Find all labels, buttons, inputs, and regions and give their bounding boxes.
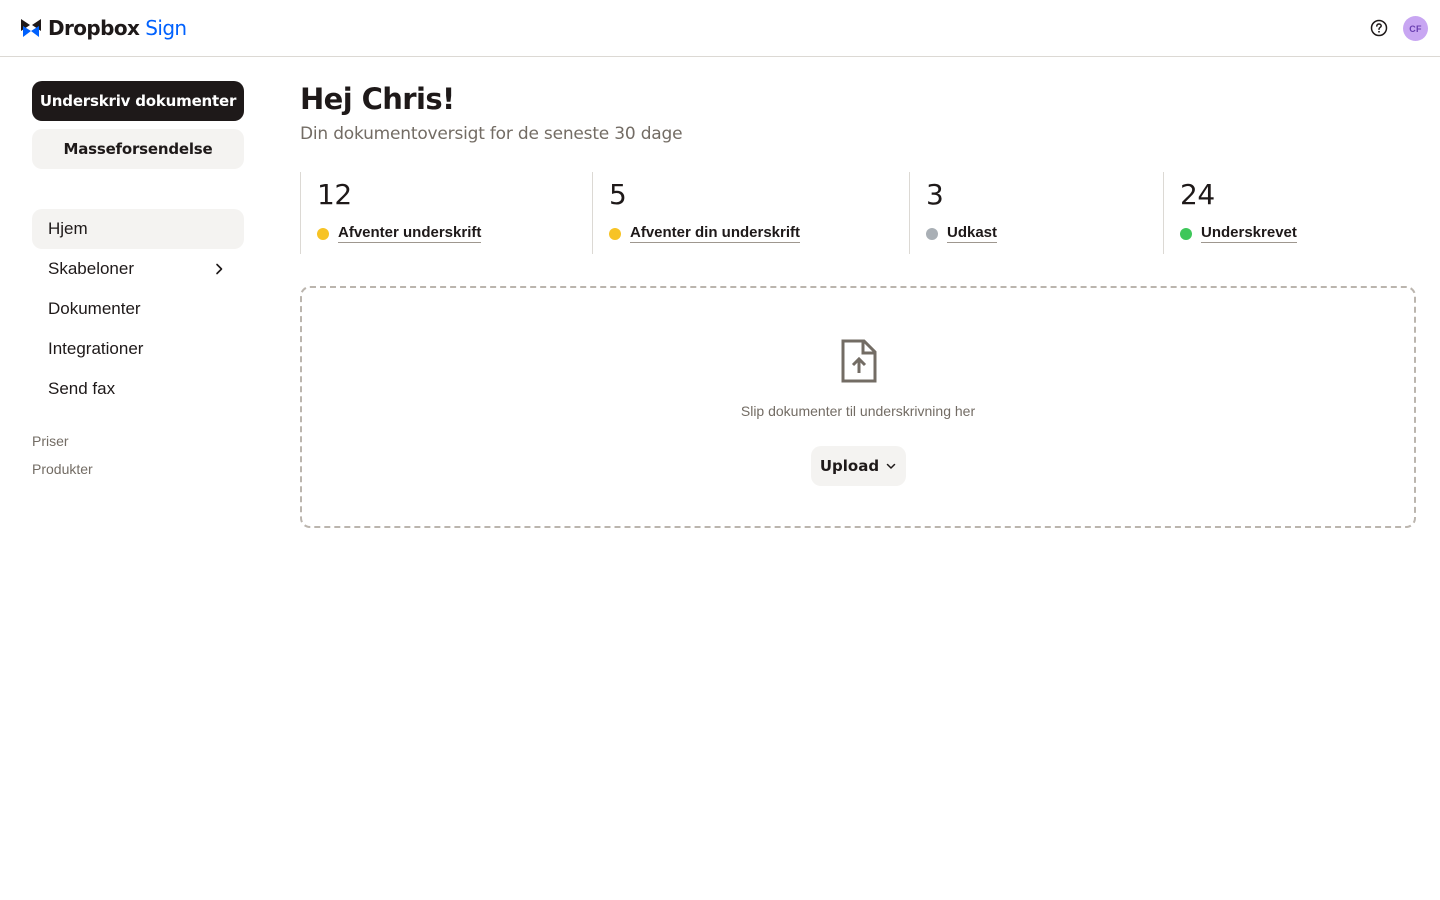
chevron-right-icon	[216, 263, 223, 275]
status-dot	[609, 227, 621, 240]
brand-product: Sign	[145, 16, 187, 40]
upload-button[interactable]: Upload	[811, 446, 906, 486]
file-upload-icon	[841, 339, 877, 383]
dropbox-logo-icon	[21, 19, 41, 37]
sidebar-item-label: Hjem	[48, 219, 88, 238]
sidebar-item-integrations[interactable]: Integrationer	[32, 329, 244, 369]
stat-link-signed[interactable]: Underskrevet	[1180, 224, 1297, 243]
sidebar-secondary-links: Priser Produkter	[32, 432, 93, 488]
sidebar-item-label: Integrationer	[48, 339, 144, 358]
sidebar-nav: Hjem Skabeloner Dokumenter Integrationer…	[32, 209, 244, 409]
status-dot	[1180, 227, 1192, 240]
stat-label: Udkast	[947, 224, 998, 243]
sidebar-item-send-fax[interactable]: Send fax	[32, 369, 244, 409]
page-title: Hej Chris!	[300, 82, 455, 116]
dropzone-text: Slip dokumenter til underskrivning her	[740, 403, 976, 419]
help-button[interactable]	[1368, 17, 1390, 39]
stat-count: 24	[1180, 178, 1215, 211]
sign-documents-button[interactable]: Underskriv dokumenter	[32, 81, 244, 121]
top-bar: Dropbox Sign CF	[0, 0, 1440, 57]
stat-awaiting-your-signature: 5 Afventer din underskrift	[592, 172, 909, 254]
stat-count: 3	[926, 178, 944, 211]
document-dropzone[interactable]: Slip dokumenter til underskrivning her U…	[300, 286, 1416, 528]
status-dot	[926, 227, 938, 240]
stat-label: Afventer underskrift	[338, 224, 482, 243]
bulk-send-button[interactable]: Masseforsendelse	[32, 129, 244, 169]
status-dot	[317, 227, 329, 240]
sidebar-item-documents[interactable]: Dokumenter	[32, 289, 244, 329]
brand-name: Dropbox	[48, 16, 140, 40]
sidebar-item-label: Send fax	[48, 379, 116, 398]
sidebar-item-templates[interactable]: Skabeloner	[32, 249, 244, 289]
stat-label: Afventer din underskrift	[630, 224, 801, 243]
stat-count: 12	[317, 178, 352, 211]
sidebar-item-label: Skabeloner	[48, 259, 135, 278]
stat-label: Underskrevet	[1201, 224, 1297, 243]
stat-link-drafts[interactable]: Udkast	[926, 224, 998, 243]
sidebar-item-home[interactable]: Hjem	[32, 209, 244, 249]
stat-link-awaiting-signature[interactable]: Afventer underskrift	[317, 224, 482, 243]
stat-awaiting-signature: 12 Afventer underskrift	[300, 172, 592, 254]
document-stats: 12 Afventer underskrift 5 Afventer din u…	[300, 172, 1416, 254]
page-subtitle: Din dokumentoversigt for de seneste 30 d…	[300, 124, 683, 144]
stat-count: 5	[609, 178, 627, 211]
pricing-link[interactable]: Priser	[32, 432, 93, 460]
help-circle-icon	[1370, 19, 1388, 37]
upload-label: Upload	[819, 457, 880, 475]
sidebar-item-label: Dokumenter	[48, 299, 141, 318]
stat-signed: 24 Underskrevet	[1163, 172, 1416, 254]
brand-logo-link[interactable]: Dropbox Sign	[20, 15, 187, 41]
stat-drafts: 3 Udkast	[909, 172, 1163, 254]
products-link[interactable]: Produkter	[32, 460, 93, 488]
chevron-down-icon	[886, 463, 896, 469]
stat-link-awaiting-your-signature[interactable]: Afventer din underskrift	[609, 224, 801, 243]
user-avatar[interactable]: CF	[1403, 16, 1428, 41]
